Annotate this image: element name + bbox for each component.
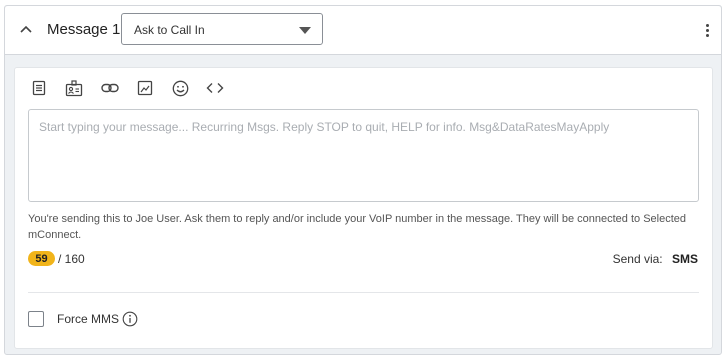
insert-link-button[interactable] bbox=[100, 78, 120, 98]
kebab-dot-icon bbox=[705, 23, 709, 27]
kebab-dot-icon bbox=[705, 28, 709, 32]
dropdown-selected-value: Ask to Call In bbox=[134, 23, 205, 37]
insert-code-button[interactable] bbox=[205, 78, 225, 98]
info-icon[interactable] bbox=[122, 311, 138, 327]
caret-down-icon bbox=[299, 27, 311, 34]
collapse-button[interactable] bbox=[17, 20, 35, 38]
link-icon bbox=[101, 83, 119, 93]
message-title: Message 1 bbox=[47, 21, 121, 38]
insert-emoji-button[interactable] bbox=[170, 78, 190, 98]
document-icon bbox=[32, 80, 46, 96]
message-panel: Message 1 Ask to Call In Start typing yo… bbox=[4, 5, 722, 355]
message-input-placeholder: Start typing your message... Recurring M… bbox=[39, 120, 610, 134]
message-header: Message 1 Ask to Call In bbox=[5, 6, 721, 55]
character-limit: / 160 bbox=[58, 252, 85, 266]
emoji-icon bbox=[172, 80, 188, 96]
message-type-dropdown[interactable]: Ask to Call In bbox=[121, 13, 323, 45]
insert-template-button[interactable] bbox=[29, 78, 49, 98]
contact-card-icon bbox=[65, 79, 83, 96]
send-via-label: Send via: bbox=[612, 252, 663, 266]
force-mms-checkbox[interactable] bbox=[28, 311, 44, 327]
force-mms-label: Force MMS bbox=[57, 312, 120, 326]
more-options-button[interactable] bbox=[701, 20, 713, 40]
message-input[interactable]: Start typing your message... Recurring M… bbox=[28, 109, 699, 202]
send-via: Send via: SMS bbox=[613, 252, 698, 266]
insert-image-button[interactable] bbox=[135, 78, 155, 98]
recipient-info-text: You're sending this to Joe User. Ask the… bbox=[28, 213, 687, 241]
kebab-dot-icon bbox=[705, 33, 709, 37]
send-via-method: SMS bbox=[671, 252, 698, 266]
insert-contact-button[interactable] bbox=[64, 78, 84, 98]
character-count-badge: 59 bbox=[28, 251, 55, 266]
image-icon bbox=[137, 80, 153, 96]
chevron-up-icon bbox=[20, 25, 32, 33]
divider bbox=[28, 292, 699, 293]
message-editor-card: Start typing your message... Recurring M… bbox=[14, 67, 713, 349]
code-icon bbox=[206, 83, 224, 93]
